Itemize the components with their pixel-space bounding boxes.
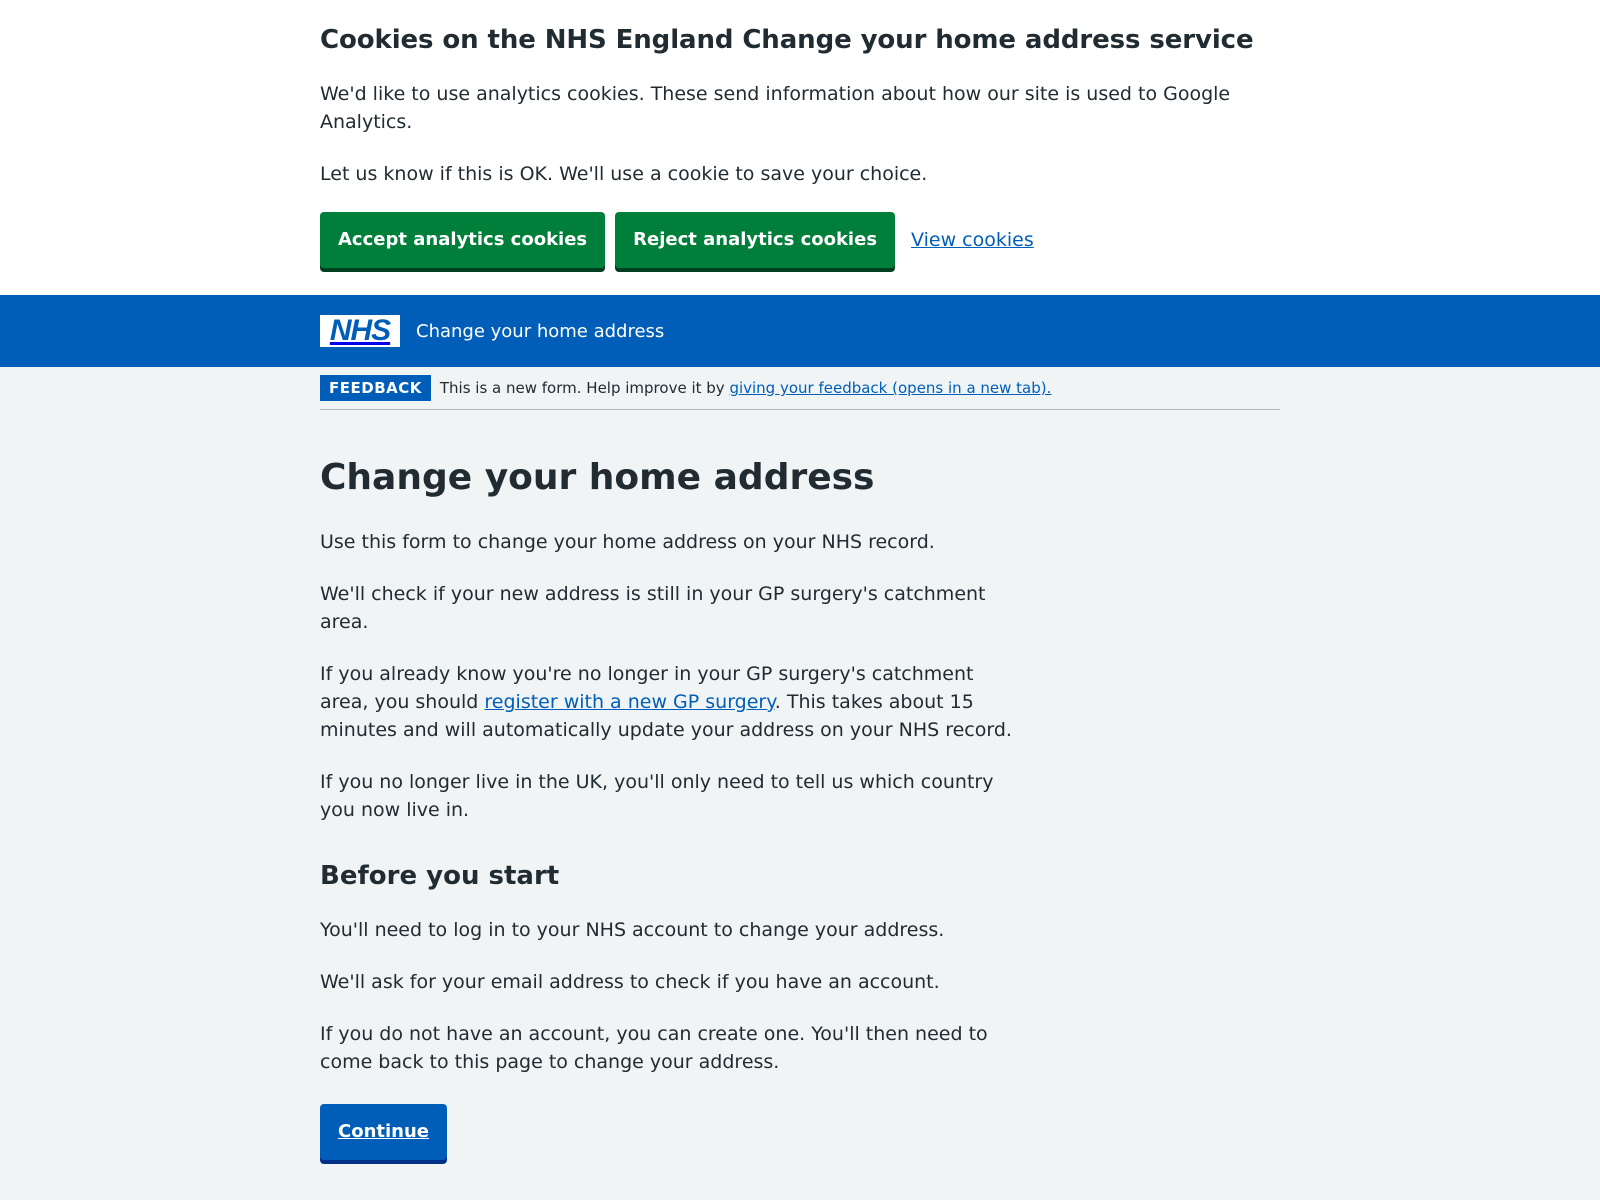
reject-cookies-button[interactable]: Reject analytics cookies [615,212,896,268]
email-paragraph: We'll ask for your email address to chec… [320,971,940,993]
nhs-logo[interactable]: NHS [320,315,400,347]
register-paragraph: If you already know you're no longer in … [320,660,1020,744]
intro-paragraph: Use this form to change your home addres… [320,531,935,553]
content-column: Use this form to change your home addres… [320,528,1020,1160]
catchment-paragraph: We'll check if your new address is still… [320,583,986,633]
accept-cookies-button[interactable]: Accept analytics cookies [320,212,606,268]
service-name: Change your home address [416,320,665,342]
cookie-banner-title: Cookies on the NHS England Change your h… [320,25,1254,55]
create-account-paragraph: If you do not have an account, you can c… [320,1023,988,1073]
site-header: NHS Change your home address [0,295,1600,367]
cookie-banner-text-2: Let us know if this is OK. We'll use a c… [320,163,928,185]
feedback-link[interactable]: giving your feedback (opens in a new tab… [729,379,1051,397]
continue-button[interactable]: Continue [320,1104,448,1160]
feedback-message: This is a new form. Help improve it by [439,379,730,397]
abroad-paragraph: If you no longer live in the UK, you'll … [320,771,994,821]
feedback-tag: FEEDBACK [320,375,431,401]
main-content: Change your home address Use this form t… [320,410,1280,1160]
feedback-banner: FEEDBACK This is a new form. Help improv… [320,367,1280,410]
before-you-start-heading: Before you start [320,861,560,891]
view-cookies-link[interactable]: View cookies [911,229,1034,251]
cookie-banner: Cookies on the NHS England Change your h… [0,0,1600,295]
cookie-actions: Accept analytics cookies Reject analytic… [320,212,1280,268]
register-gp-link[interactable]: register with a new GP surgery [484,691,774,713]
page-title: Change your home address [320,457,875,498]
login-paragraph: You'll need to log in to your NHS accoun… [320,919,945,941]
nhs-logo-text: NHS [329,314,391,347]
feedback-text: This is a new form. Help improve it by g… [440,379,1052,397]
cookie-banner-text: We'd like to use analytics cookies. Thes… [320,83,1231,133]
